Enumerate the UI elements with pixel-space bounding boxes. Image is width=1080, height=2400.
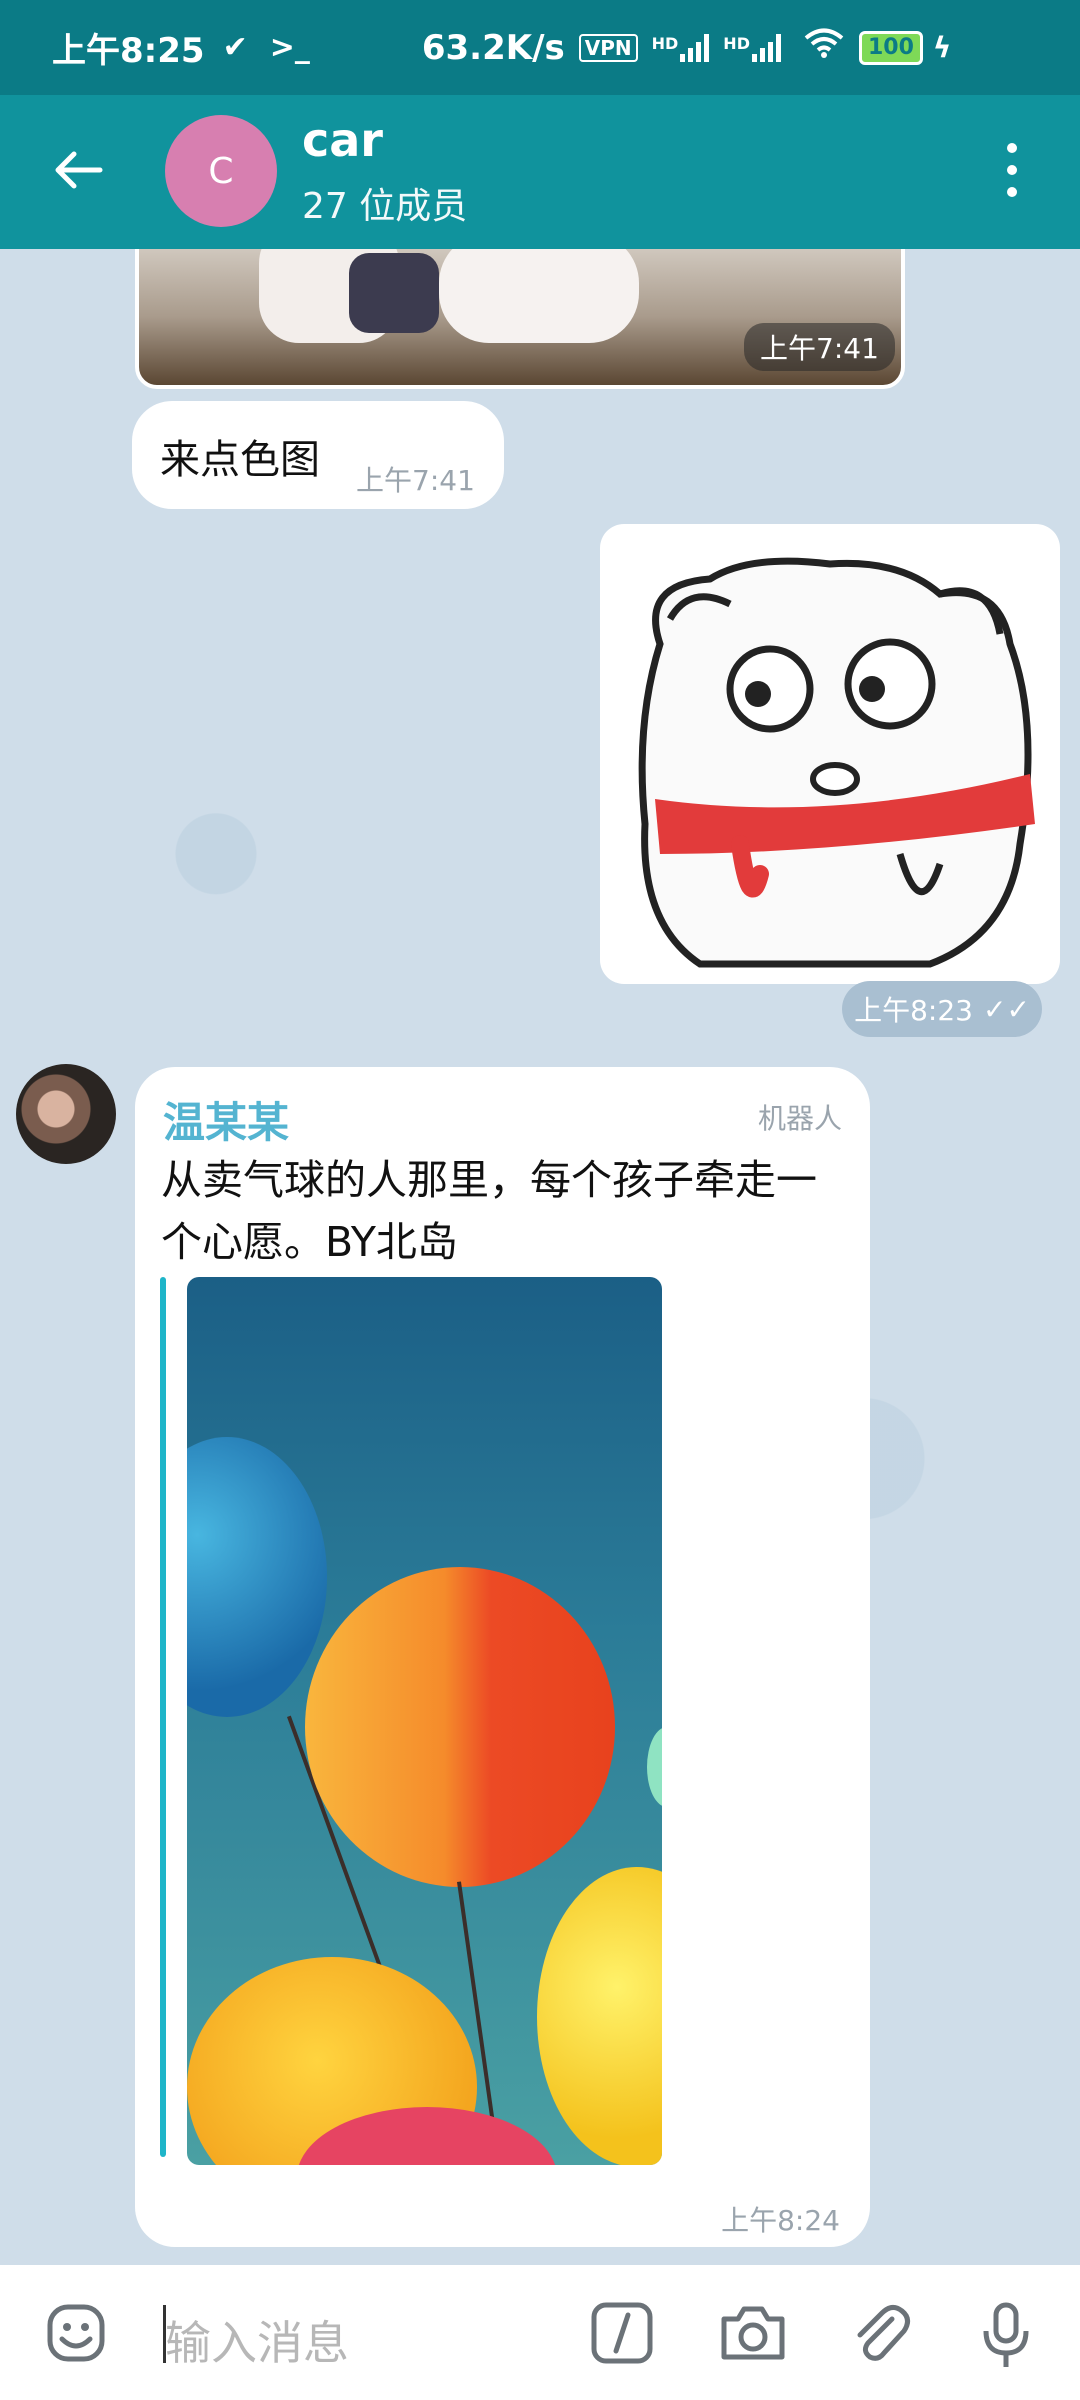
sticker-time: 上午8:23 — [854, 994, 973, 1027]
charging-icon: ϟ — [932, 31, 952, 64]
back-arrow-icon[interactable] — [44, 135, 114, 205]
signal-icon-2: HD — [723, 33, 781, 62]
net-speed: 63.2K/s — [421, 27, 565, 68]
balloon-photo[interactable] — [187, 1277, 662, 2165]
more-options-icon[interactable] — [1000, 143, 1024, 203]
emoji-icon[interactable] — [44, 2301, 108, 2365]
quote-bar — [160, 1277, 166, 2157]
chat-title[interactable]: car — [302, 113, 383, 167]
message-time: 上午7:41 — [356, 464, 475, 497]
incoming-message[interactable]: 来点色图 上午7:41 — [132, 401, 504, 509]
group-avatar[interactable]: C — [165, 115, 277, 227]
signal-icon-1: HD — [652, 33, 710, 62]
message-text: 来点色图 — [160, 437, 320, 483]
message-input[interactable]: 输入消息 — [165, 2307, 349, 2373]
photo-time: 上午7:41 — [744, 323, 895, 371]
battery-indicator: 100 — [858, 30, 923, 65]
bot-commands-icon[interactable] — [590, 2301, 654, 2365]
sticker-status: 上午8:23 ✓✓ — [842, 981, 1042, 1037]
status-time: 上午8:25 — [52, 31, 205, 71]
sticker-message[interactable] — [600, 524, 1060, 984]
message-input-bar: 输入消息 — [0, 2265, 1080, 2400]
status-bar: 上午8:25 ✔ >_ 63.2K/s VPN HD HD 100 ϟ — [0, 0, 1080, 95]
bot-badge: 机器人 — [757, 1102, 842, 1135]
dog-sticker-icon — [638, 557, 1035, 968]
attach-icon[interactable] — [848, 2301, 912, 2365]
message-time: 上午8:24 — [721, 2204, 840, 2237]
microphone-icon[interactable] — [974, 2301, 1038, 2367]
send-status-icon: ✔ — [222, 30, 248, 65]
vpn-badge: VPN — [578, 33, 638, 62]
member-count: 27 位成员 — [302, 186, 468, 227]
terminal-icon: >_ — [269, 30, 310, 65]
sender-name[interactable]: 温某某 — [163, 1089, 289, 1150]
message-text: 从卖气球的人那里，每个孩子牵走一个心愿。BY北岛 — [161, 1156, 817, 1266]
camera-icon[interactable] — [718, 2301, 785, 2365]
double-check-icon: ✓✓ — [982, 992, 1030, 1026]
chat-messages[interactable]: 上午7:41 来点色图 上午7:41 上午8:23 ✓✓ 温某某 机器人 从卖气… — [0, 249, 1080, 2265]
sender-avatar[interactable] — [16, 1064, 116, 1164]
chat-header: C car 27 位成员 — [0, 95, 1080, 249]
photo-message[interactable]: 上午7:41 — [135, 249, 905, 389]
wifi-icon — [803, 27, 845, 68]
bot-message[interactable]: 温某某 机器人 从卖气球的人那里，每个孩子牵走一个心愿。BY北岛 上午8:24 — [135, 1067, 870, 2247]
